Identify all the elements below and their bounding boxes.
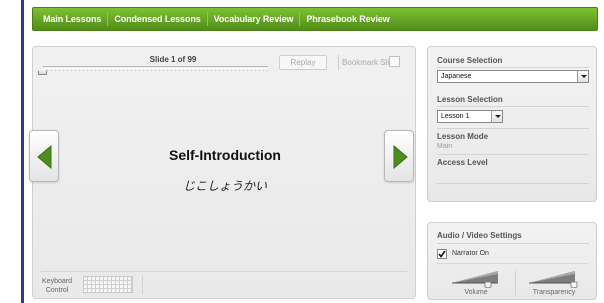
chevron-down-icon xyxy=(491,111,502,122)
lesson-mode-heading: Lesson Mode xyxy=(437,132,489,141)
top-navigation-bar: Main Lessons Condensed Lessons Vocabular… xyxy=(32,7,598,31)
narrator-checkbox[interactable] xyxy=(437,249,447,259)
previous-slide-button[interactable] xyxy=(29,130,59,182)
access-level-rule xyxy=(437,154,589,155)
lesson-select[interactable]: Lesson 1 xyxy=(437,110,503,123)
course-settings-panel: Course Selection Japanese Lesson Selecti… xyxy=(427,46,597,202)
course-select[interactable]: Japanese xyxy=(437,70,589,83)
audio-video-divider xyxy=(515,271,516,295)
nav-main-lessons[interactable]: Main Lessons xyxy=(37,12,109,26)
keyboard-control-label: Keyboard Control xyxy=(42,278,72,294)
left-edge-rule xyxy=(21,0,24,303)
lesson-select-value: Lesson 1 xyxy=(441,113,470,120)
slide-counter: Slide 1 of 99 xyxy=(149,55,197,64)
nav-condensed-lessons[interactable]: Condensed Lessons xyxy=(108,12,208,26)
check-icon xyxy=(438,250,446,258)
lesson-mode-value: Main xyxy=(437,143,453,150)
keyboard-icon[interactable] xyxy=(83,276,133,293)
audio-video-panel: Audio / Video Settings Narrator On Volum… xyxy=(427,222,597,300)
bookmark-slide-checkbox[interactable] xyxy=(389,56,400,67)
slide-title: Self-Introduction xyxy=(169,147,281,163)
access-level-bottom-rule xyxy=(437,183,589,184)
next-slide-button[interactable] xyxy=(384,130,414,182)
slide-progress-track[interactable] xyxy=(43,66,268,71)
lesson-mode-rule xyxy=(437,128,589,129)
audio-video-heading: Audio / Video Settings xyxy=(437,231,522,240)
nav-phrasebook-review[interactable]: Phrasebook Review xyxy=(300,12,395,26)
lesson-selection-heading: Lesson Selection xyxy=(437,95,503,104)
transparency-slider[interactable] xyxy=(527,268,581,288)
footer-divider xyxy=(41,271,407,272)
audio-video-heading-rule xyxy=(437,243,589,244)
course-selection-heading: Course Selection xyxy=(437,56,503,65)
lesson-heading-rule xyxy=(437,106,589,107)
slide-player: Slide 1 of 99 Replay Bookmark Slide Self… xyxy=(29,46,416,299)
transparency-label: Transparency xyxy=(532,289,576,296)
chevron-right-icon xyxy=(393,145,408,169)
volume-slider[interactable] xyxy=(450,268,502,288)
access-level-heading: Access Level xyxy=(437,158,488,167)
toolbar-divider xyxy=(338,55,339,70)
narrator-rule xyxy=(437,263,589,264)
nav-vocabulary-review[interactable]: Vocabulary Review xyxy=(208,12,301,26)
chevron-left-icon xyxy=(37,145,52,169)
footer-separator xyxy=(142,276,143,294)
replay-button[interactable]: Replay xyxy=(279,55,327,70)
chevron-down-icon xyxy=(577,71,588,82)
slide-subtitle: じこしょうかい xyxy=(182,179,267,193)
course-select-value: Japanese xyxy=(441,73,472,80)
narrator-label: Narrator On xyxy=(452,250,489,257)
volume-label: Volume xyxy=(464,289,488,296)
course-heading-rule xyxy=(437,67,589,68)
